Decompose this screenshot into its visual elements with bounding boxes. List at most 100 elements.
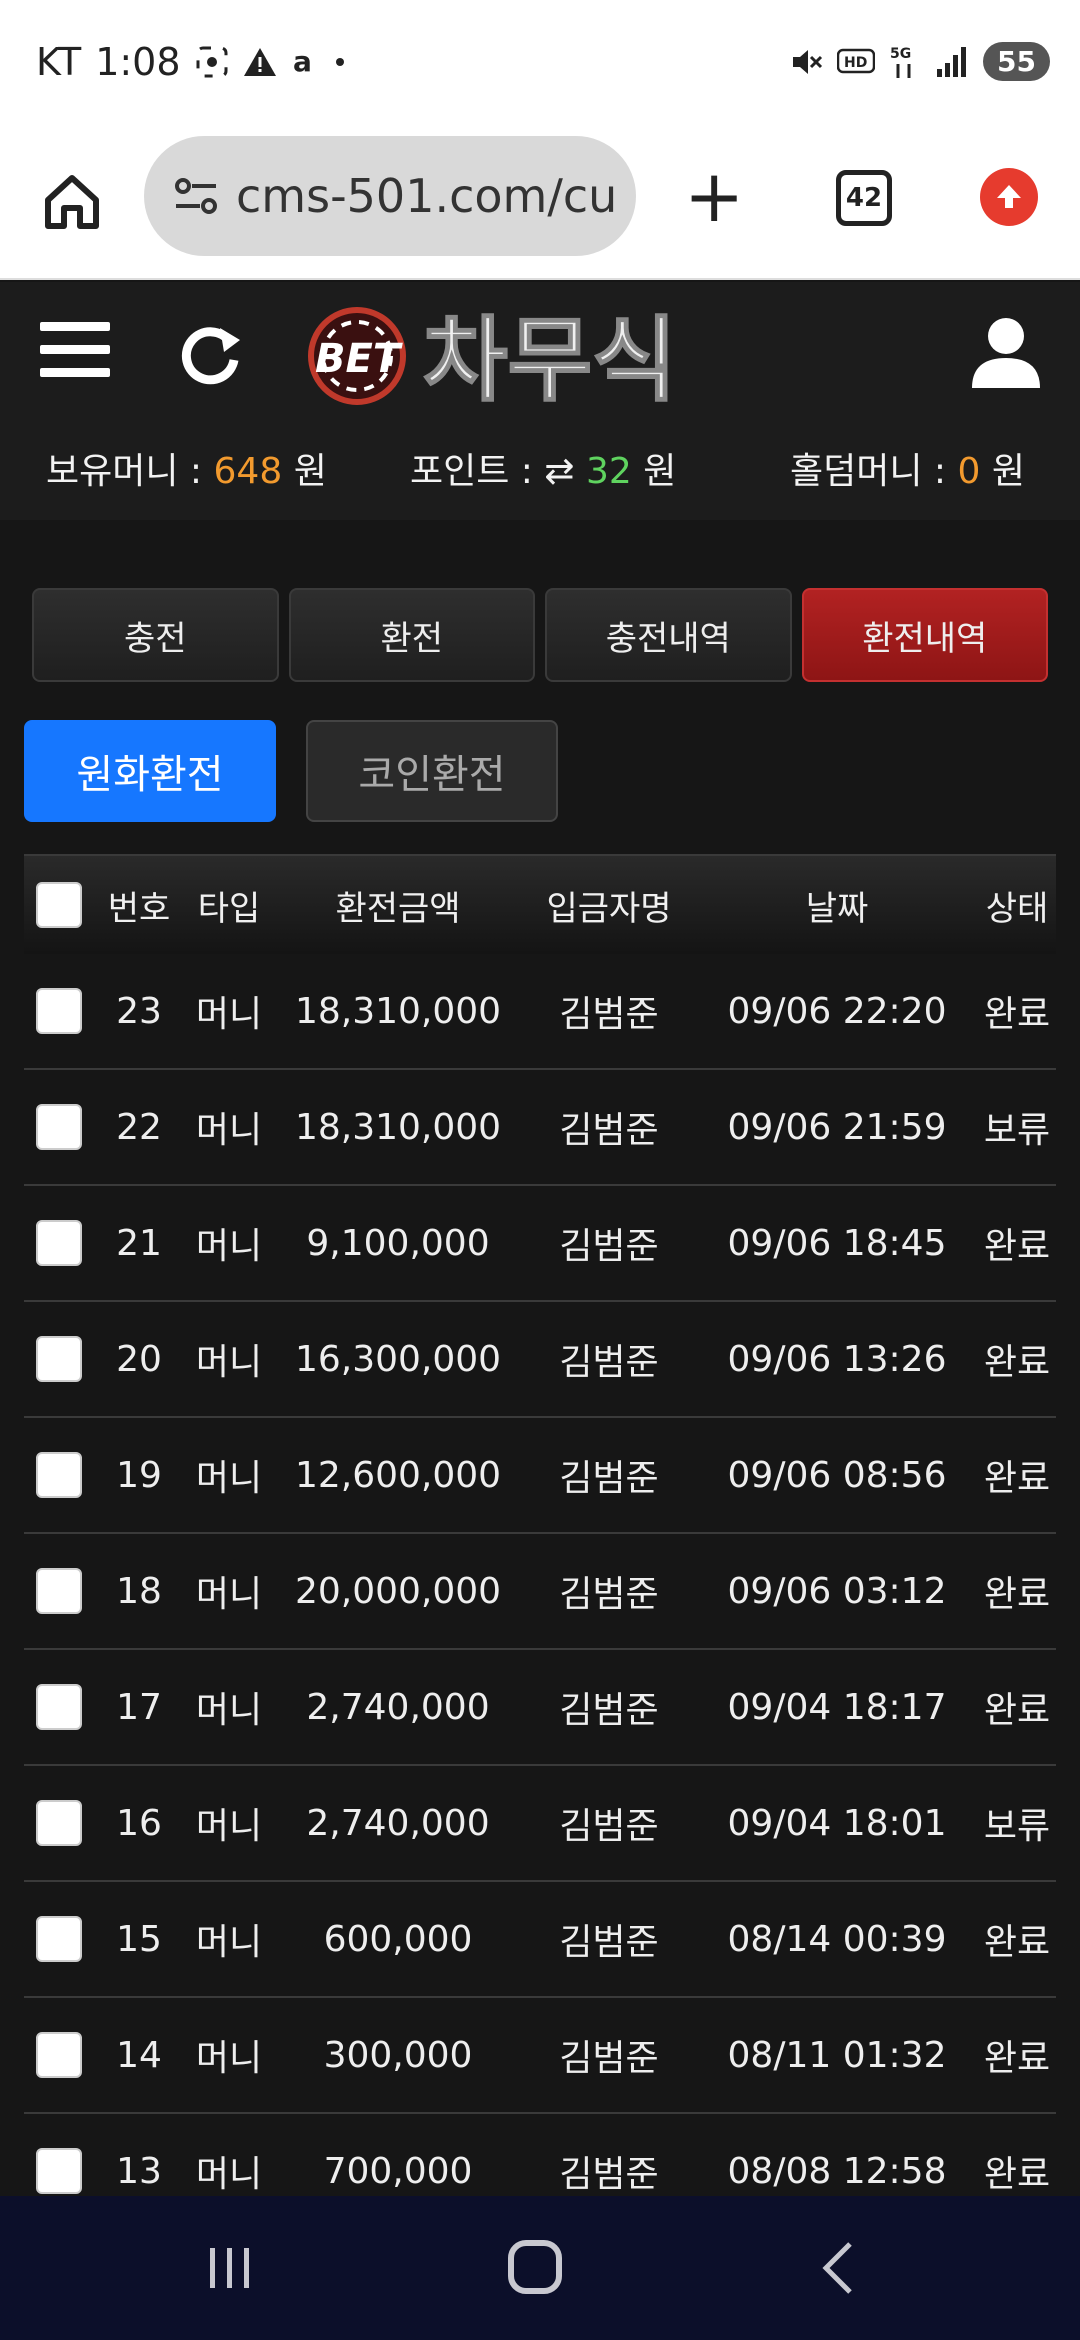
system-nav-bar <box>0 2196 1080 2340</box>
refresh-icon[interactable] <box>178 320 244 386</box>
table-row[interactable]: 16 머니 2,740,000 김범준 09/04 18:01 보류 <box>24 1766 1056 1882</box>
row-depositor: 김범준 <box>559 1458 659 1499</box>
withdraw-history-table: 번호 타입 환전금액 입금자명 날짜 상태 23 머니 18,310,000 김범준 0… <box>24 854 1056 2230</box>
row-checkbox[interactable] <box>36 1220 82 1266</box>
row-checkbox[interactable] <box>36 1800 82 1846</box>
col-date: 날짜 <box>805 888 869 929</box>
row-depositor: 김범준 <box>559 1922 659 1963</box>
row-number: 16 <box>116 1802 162 1844</box>
update-icon[interactable] <box>980 168 1038 226</box>
tab-withdraw[interactable]: 환전 <box>288 588 535 682</box>
table-row[interactable]: 19 머니 12,600,000 김범준 09/06 08:56 완료 <box>24 1418 1056 1534</box>
row-amount: 2,740,000 <box>306 1686 490 1728</box>
row-date: 09/06 13:26 <box>727 1338 947 1380</box>
row-status: 완료 <box>983 1574 1051 1615</box>
table-row[interactable]: 21 머니 9,100,000 김범준 09/06 18:45 완료 <box>24 1186 1056 1302</box>
table-row[interactable]: 18 머니 20,000,000 김범준 09/06 03:12 완료 <box>24 1534 1056 1650</box>
back-icon[interactable] <box>818 2240 858 2296</box>
section-tabs: 충전 환전 충전내역 환전내역 <box>32 588 1048 682</box>
table-row[interactable]: 20 머니 16,300,000 김범준 09/06 13:26 완료 <box>24 1302 1056 1418</box>
row-date: 09/06 08:56 <box>727 1454 947 1496</box>
5g-signal-icon: 5G <box>890 46 911 78</box>
tab-withdraw-history[interactable]: 환전내역 <box>801 588 1048 682</box>
row-status: 보류 <box>983 1110 1051 1151</box>
won-withdraw-button[interactable]: 원화환전 <box>24 720 276 822</box>
col-number: 번호 <box>107 888 171 929</box>
hd-voice-icon: HD <box>837 48 876 73</box>
row-type: 머니 <box>195 1690 263 1731</box>
screenshot-icon <box>196 46 228 78</box>
user-icon[interactable] <box>966 312 1046 392</box>
row-type: 머니 <box>195 994 263 1035</box>
carrier-label: KT <box>36 40 82 84</box>
tab-switcher-button[interactable]: 42 <box>836 170 892 226</box>
row-amount: 12,600,000 <box>294 1454 502 1496</box>
col-status: 상태 <box>985 888 1049 929</box>
row-number: 13 <box>116 2150 162 2192</box>
recent-apps-icon[interactable] <box>206 2244 254 2292</box>
row-checkbox[interactable] <box>36 988 82 1034</box>
money-value: 648 <box>213 451 283 492</box>
row-type: 머니 <box>195 1110 263 1151</box>
svg-text:HD: HD <box>844 55 867 71</box>
row-status: 완료 <box>983 1458 1051 1499</box>
row-checkbox[interactable] <box>36 1684 82 1730</box>
holdem-balance: 홀덤머니 : 0 원 <box>790 451 1025 492</box>
row-status: 완료 <box>983 1922 1051 1963</box>
home-nav-icon[interactable] <box>508 2240 562 2294</box>
coin-withdraw-button[interactable]: 코인환전 <box>306 720 558 822</box>
row-status: 완료 <box>983 2038 1051 2079</box>
row-amount: 20,000,000 <box>294 1570 502 1612</box>
table-row[interactable]: 15 머니 600,000 김범준 08/14 00:39 완료 <box>24 1882 1056 1998</box>
row-amount: 18,310,000 <box>294 990 502 1032</box>
home-icon[interactable] <box>40 170 104 234</box>
convert-arrows-icon[interactable]: ⇄ <box>544 451 574 492</box>
row-checkbox[interactable] <box>36 1452 82 1498</box>
new-tab-button[interactable]: + <box>684 160 744 232</box>
site-logo[interactable]: BET 차무식 <box>305 296 765 416</box>
row-number: 22 <box>116 1106 162 1148</box>
select-all-checkbox[interactable] <box>36 882 82 928</box>
row-status: 완료 <box>983 994 1051 1035</box>
point-balance: 포인트 : ⇄ 32 원 <box>410 451 677 492</box>
table-row[interactable]: 17 머니 2,740,000 김범준 09/04 18:17 완료 <box>24 1650 1056 1766</box>
row-number: 20 <box>116 1338 162 1380</box>
row-type: 머니 <box>195 1806 263 1847</box>
row-checkbox[interactable] <box>36 1916 82 1962</box>
address-bar[interactable]: cms-501.com/cus <box>144 136 636 256</box>
svg-text:a: a <box>293 47 312 77</box>
row-checkbox[interactable] <box>36 2032 82 2078</box>
row-checkbox[interactable] <box>36 1336 82 1382</box>
browser-toolbar: cms-501.com/cus + 42 <box>0 130 1080 280</box>
tab-deposit[interactable]: 충전 <box>32 588 279 682</box>
row-type: 머니 <box>195 1458 263 1499</box>
point-value: 32 <box>586 451 632 492</box>
row-date: 09/04 18:01 <box>727 1802 947 1844</box>
row-checkbox[interactable] <box>36 1104 82 1150</box>
row-checkbox[interactable] <box>36 1568 82 1614</box>
row-status: 완료 <box>983 2154 1051 2195</box>
row-type: 머니 <box>195 2038 263 2079</box>
warning-icon <box>243 48 276 76</box>
table-row[interactable]: 14 머니 300,000 김범준 08/11 01:32 완료 <box>24 1998 1056 2114</box>
table-row[interactable]: 22 머니 18,310,000 김범준 09/06 21:59 보류 <box>24 1070 1056 1186</box>
clock: 1:08 <box>95 40 181 84</box>
table-body: 23 머니 18,310,000 김범준 09/06 22:20 완료 22 머니 18,310… <box>24 954 1056 2230</box>
cell-signal-icon <box>937 46 967 77</box>
row-depositor: 김범준 <box>559 1110 659 1151</box>
row-date: 09/06 21:59 <box>727 1106 947 1148</box>
row-date: 09/06 22:20 <box>727 990 947 1032</box>
row-date: 08/11 01:32 <box>727 2034 947 2076</box>
row-checkbox[interactable] <box>36 2148 82 2194</box>
battery-indicator: 55 <box>983 42 1050 81</box>
site-settings-icon[interactable] <box>170 170 222 222</box>
holdem-value: 0 <box>957 451 981 492</box>
table-row[interactable]: 23 머니 18,310,000 김범준 09/06 22:20 완료 <box>24 954 1056 1070</box>
row-amount: 700,000 <box>323 2150 473 2192</box>
row-date: 08/08 12:58 <box>727 2150 947 2192</box>
row-type: 머니 <box>195 2154 263 2195</box>
row-status: 완료 <box>983 1690 1051 1731</box>
row-depositor: 김범준 <box>559 994 659 1035</box>
menu-icon[interactable] <box>40 322 110 382</box>
tab-deposit-history[interactable]: 충전내역 <box>545 588 792 682</box>
